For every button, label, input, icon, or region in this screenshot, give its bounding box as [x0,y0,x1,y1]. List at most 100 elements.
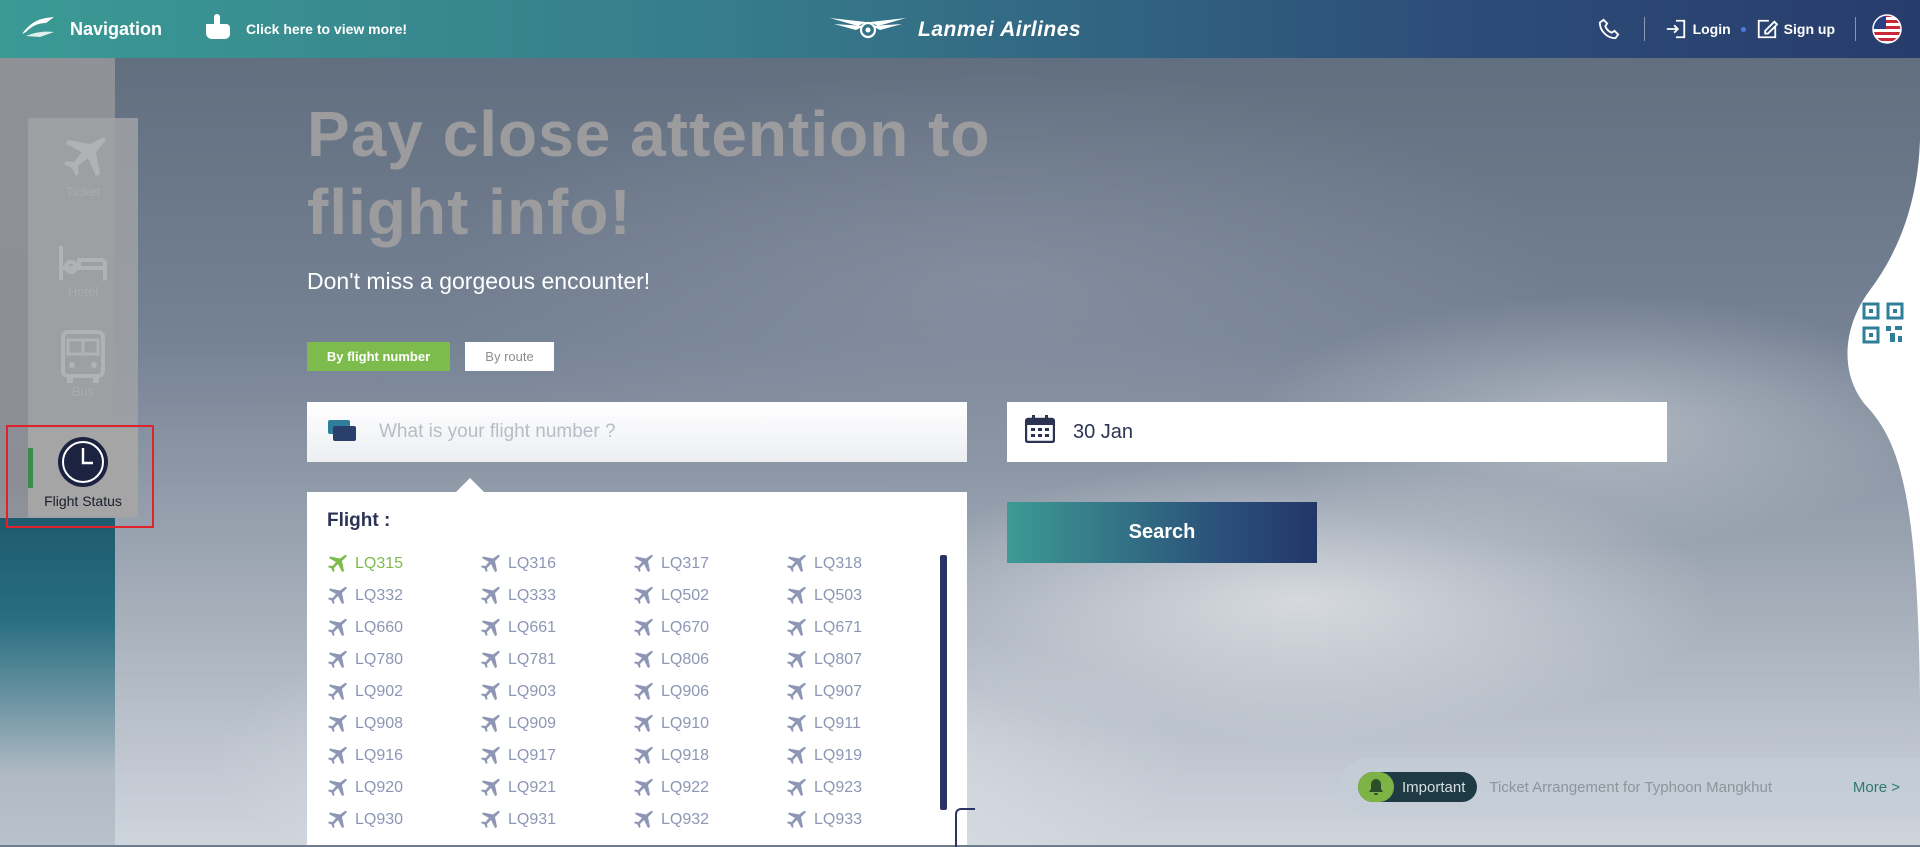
plane-icon [481,650,500,668]
flight-option[interactable]: LQ315 [327,552,480,576]
plane-icon [58,128,108,184]
flight-option[interactable]: LQ933 [786,808,917,832]
flight-option[interactable]: LQ908 [327,712,480,736]
flight-option[interactable]: LQ502 [633,584,786,608]
flight-code: LQ781 [508,651,557,668]
flight-option[interactable]: LQ917 [480,744,633,768]
title-line: Pay close attention to [307,98,991,170]
signup-edit-icon [1757,19,1778,39]
flight-option[interactable]: LQ670 [633,616,786,640]
notice-more-link[interactable]: More > [1853,779,1900,796]
flight-option[interactable]: LQ931 [480,808,633,832]
flight-option[interactable]: LQ316 [480,552,633,576]
flight-number-input[interactable] [377,420,941,444]
flight-code: LQ660 [355,619,404,636]
plane-icon [481,778,500,796]
flight-code: LQ910 [661,715,710,732]
plane-icon [481,682,500,700]
plane-icon [328,682,347,700]
flight-code: LQ317 [661,555,710,572]
signup-label: Sign up [1783,21,1835,37]
view-more-label: Click here to view more! [246,20,408,37]
flight-dropdown: Flight : LQ315 LQ316 LQ317 LQ318 LQ332 LQ333 L… [307,492,967,845]
sidebar-item-bus[interactable]: Bus [28,328,138,399]
flight-option[interactable]: LQ919 [786,744,917,768]
qr-code-icon[interactable] [1862,302,1904,349]
language-button[interactable] [1872,14,1902,44]
signup-button[interactable]: Sign up [1756,18,1835,40]
dropdown-title: Flight : [327,510,391,531]
sidebar-item-label: Bus [71,384,95,399]
brand-logo[interactable]: Lanmei Airlines [828,12,1081,47]
flight-option[interactable]: LQ922 [633,776,786,800]
flight-code: LQ908 [355,715,404,732]
logo-text: Lanmei Airlines [918,17,1082,41]
tab-by-route[interactable]: By route [465,342,554,371]
plane-icon [481,618,500,636]
tab-by-flight-number[interactable]: By flight number [307,342,450,371]
flight-option[interactable]: LQ781 [480,648,633,672]
flight-option[interactable]: LQ332 [327,584,480,608]
divider [1855,17,1856,41]
flight-option[interactable]: LQ906 [633,680,786,704]
flight-option[interactable]: LQ503 [786,584,917,608]
flight-option[interactable]: LQ916 [327,744,480,768]
flight-option[interactable]: LQ920 [327,776,480,800]
plane-icon [481,746,500,764]
plane-icon [787,682,806,700]
flight-option[interactable]: LQ911 [786,712,917,736]
flight-option[interactable]: LQ671 [786,616,917,640]
flight-code: LQ911 [814,715,861,732]
us-flag-icon [1872,14,1902,44]
view-more-link[interactable]: Click here to view more! [204,14,407,43]
phone-button[interactable] [1598,18,1620,40]
flight-code: LQ919 [814,747,863,764]
flight-option[interactable]: LQ907 [786,680,917,704]
flight-option[interactable]: LQ909 [480,712,633,736]
flight-option[interactable]: LQ780 [327,648,480,672]
flight-code: LQ315 [355,555,404,572]
flight-option[interactable]: LQ806 [633,648,786,672]
notice-text[interactable]: Ticket Arrangement for Typhoon Mangkhut [1489,779,1772,796]
plane-icon [787,714,806,732]
plane-icon [787,778,806,796]
date-field[interactable]: 30 Jan [1007,402,1667,462]
flight-option[interactable]: LQ807 [786,648,917,672]
flight-option[interactable]: LQ910 [633,712,786,736]
login-button[interactable]: Login [1665,18,1731,40]
flight-option[interactable]: LQ932 [633,808,786,832]
flight-option[interactable]: LQ318 [786,552,917,576]
dropdown-scrollbar[interactable] [940,555,947,810]
flight-option[interactable]: LQ902 [327,680,480,704]
flight-code: LQ670 [661,619,710,636]
flight-option[interactable]: LQ903 [480,680,633,704]
highlight-box [6,425,154,528]
plane-icon [328,586,347,604]
flight-code: LQ921 [508,779,557,796]
bus-icon [59,328,107,384]
flight-option[interactable]: LQ921 [480,776,633,800]
plane-icon [328,714,347,732]
plane-icon [481,554,500,572]
flight-code: LQ930 [355,811,404,828]
flight-option[interactable]: LQ930 [327,808,480,832]
flight-option[interactable]: LQ317 [633,552,786,576]
divider [1643,17,1645,41]
sidebar-item-ticket[interactable]: Ticket [28,128,138,199]
navigation-button[interactable]: Navigation [20,12,162,46]
flight-list: LQ315 LQ316 LQ317 LQ318 LQ332 LQ333 LQ502 LQ503… [327,552,917,832]
qr-notch [1847,140,1920,700]
flight-number-field[interactable] [307,402,967,462]
plane-icon [634,586,653,604]
flight-option[interactable]: LQ923 [786,776,917,800]
notice-bar: Important Ticket Arrangement for Typhoon… [1340,758,1920,816]
ticket-card-icon [327,418,357,447]
flight-code: LQ661 [508,619,557,636]
flight-option[interactable]: LQ660 [327,616,480,640]
plane-icon [634,618,653,636]
flight-option[interactable]: LQ918 [633,744,786,768]
sidebar-item-hotel[interactable]: Hotel [28,228,138,299]
search-button[interactable]: Search [1007,502,1317,563]
flight-option[interactable]: LQ661 [480,616,633,640]
flight-option[interactable]: LQ333 [480,584,633,608]
